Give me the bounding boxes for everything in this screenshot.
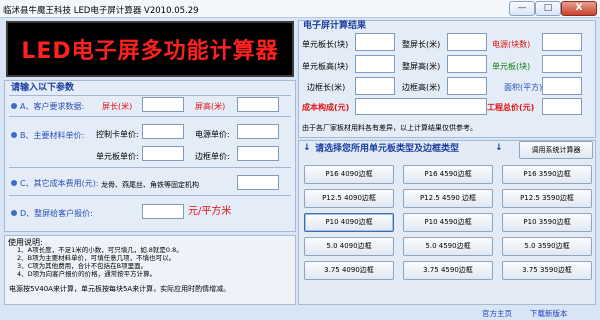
banner-text: LED电子屏多功能计算器	[21, 39, 279, 64]
board-option-button[interactable]: 5.0 4090边框	[304, 237, 394, 256]
unit-board-price-input[interactable]	[142, 146, 184, 161]
power-note: 电源按5V40A来计算，单元板按每块5A来计算，实际应用时酌情增减。	[9, 285, 231, 293]
input-panel: 请输入以下参数 A、客户要求数据: 屏长(米) 屏高(米) B、主要材料单价: …	[4, 80, 296, 232]
board-option-button[interactable]: 5.0 4590边框	[403, 237, 493, 256]
control-card-price-input[interactable]	[142, 124, 184, 139]
unit-board-count-output	[542, 55, 582, 73]
bullet-icon	[11, 132, 17, 138]
board-option-button[interactable]: P12.5 4590 边框	[403, 189, 493, 208]
area-label: 面积(平方)	[504, 83, 543, 92]
results-note: 由于各厂家板材用料各有差异，以上计算结果仅供参考。	[302, 124, 477, 132]
usage-panel: 使用说明: 1、A项长度，不足1米的小数，可只填几，如.8就是0.8。 2、B项…	[4, 235, 296, 305]
board-option-button[interactable]: 3.75 3590边框	[502, 261, 592, 280]
heading-divider	[9, 95, 291, 96]
cost-label: 成本构成(元)	[302, 103, 350, 112]
input-section-heading: 请输入以下参数	[11, 83, 75, 93]
app-window: 临沭县牛魔王科技 LED电子屏计算器 V2010.05.29 — □ X LED…	[0, 0, 600, 320]
homepage-link[interactable]: 官方主页	[482, 308, 512, 319]
other-cost-note: 龙骨、燕尾丝、角铁等固定机构	[101, 181, 199, 189]
quote-label: D、整屏给客户报价:	[20, 209, 93, 218]
control-card-label: 控制卡单价:	[96, 130, 139, 139]
board-option-button[interactable]: P10 3590边框	[502, 213, 592, 232]
area-output	[542, 77, 582, 95]
unit-board-length-output	[355, 33, 395, 51]
board-option-button[interactable]: P16 4090边框	[304, 165, 394, 184]
unit-board-length-label: 单元板长(块)	[302, 40, 349, 49]
board-option-button[interactable]: 3.75 4090边框	[304, 261, 394, 280]
unit-board-height-output	[355, 55, 395, 73]
power-count-label: 电源(块数)	[492, 40, 531, 49]
unit-board-count-label: 单元板(块)	[492, 62, 531, 71]
title-bar: 临沭县牛魔王科技 LED电子屏计算器 V2010.05.29 — □ X	[0, 0, 600, 18]
power-price-label: 电源单价:	[195, 130, 230, 139]
board-option-button[interactable]: P10 4590边框	[403, 213, 493, 232]
quote-price-input[interactable]	[142, 204, 184, 219]
customer-req-label: A、客户要求数据:	[20, 102, 85, 111]
down-arrow-icon: ↓	[303, 143, 311, 153]
power-count-output	[542, 33, 582, 51]
power-price-input[interactable]	[237, 124, 279, 139]
results-panel: 电子屏计算结果 单元板长(块) 整屏长(米) 电源(块数) 单元板高(块) 整屏…	[298, 20, 596, 138]
minimize-button[interactable]: —	[509, 1, 535, 16]
frame-price-input[interactable]	[237, 146, 279, 161]
materials-label: B、主要材料单价:	[20, 131, 85, 140]
download-link[interactable]: 下载新版本	[530, 308, 568, 319]
board-option-button[interactable]: P10 4090边框	[304, 213, 394, 232]
screen-height-input[interactable]	[237, 97, 279, 112]
unit-board-price-label: 单元板单价:	[96, 152, 139, 161]
result-screen-height-label: 整屏高(米)	[402, 62, 441, 71]
board-option-button[interactable]: P16 3590边框	[502, 165, 592, 184]
board-option-button[interactable]: 5.0 3590边框	[502, 237, 592, 256]
bullet-icon	[11, 103, 17, 109]
cost-output	[355, 98, 487, 115]
frame-height-label: 边框高(米)	[402, 83, 441, 92]
frame-length-output	[355, 77, 395, 95]
screen-height-label: 屏高(米)	[195, 102, 226, 111]
board-option-button[interactable]: 3.75 4590边框	[403, 261, 493, 280]
window-title: 临沭县牛魔王科技 LED电子屏计算器 V2010.05.29	[3, 6, 199, 16]
total-label: 工程总价(元)	[487, 103, 535, 112]
usage-line-1: 1、A项长度，不足1米的小数，可只填几，如.8就是0.8。	[17, 246, 183, 254]
down-arrow-icon: ↓	[495, 143, 503, 153]
board-option-button[interactable]: P16 4590边框	[403, 165, 493, 184]
screen-length-output	[447, 33, 487, 51]
screen-length-label: 屏长(米)	[102, 102, 133, 111]
selection-prompt: 请选择您所用单元板类型及边框类型	[315, 144, 460, 154]
divider	[9, 116, 291, 117]
board-option-button[interactable]: P12.5 3590边框	[502, 189, 592, 208]
frame-price-label: 边框单价:	[195, 152, 230, 161]
quote-unit-label: 元/平方米	[188, 206, 232, 217]
results-heading: 电子屏计算结果	[303, 21, 367, 31]
bullet-icon	[11, 210, 17, 216]
board-option-button[interactable]: P12.5 4090边框	[304, 189, 394, 208]
usage-line-2: 2、B项为主要材料单价，可填任意几项，不填也可以。	[17, 254, 176, 262]
divider	[9, 167, 291, 168]
bullet-icon	[11, 180, 17, 186]
divider	[9, 195, 291, 196]
frame-height-output	[447, 77, 487, 95]
selection-panel: ↓ 请选择您所用单元板类型及边框类型 ↓ 调用系统计算器 P16 4090边框 P…	[298, 140, 596, 305]
result-screen-length-label: 整屏长(米)	[402, 40, 441, 49]
screen-height-output	[447, 55, 487, 73]
usage-line-4: 4、D项为向客户报价的价格，通常按平方计算。	[17, 270, 157, 278]
maximize-button[interactable]: □	[535, 1, 561, 16]
system-calculator-button[interactable]: 调用系统计算器	[519, 141, 593, 159]
unit-board-height-label: 单元板高(块)	[302, 62, 349, 71]
screen-length-input[interactable]	[142, 97, 184, 112]
led-banner: LED电子屏多功能计算器	[6, 21, 294, 77]
frame-length-label: 边框长(米)	[307, 83, 346, 92]
usage-line-3: 3、C项为其他费用，合计不包括在B项里面。	[17, 262, 148, 270]
other-cost-label: C、其它成本费用(元):	[20, 179, 99, 188]
total-output	[542, 98, 582, 115]
close-button[interactable]: X	[561, 1, 597, 16]
other-cost-input[interactable]	[237, 175, 279, 190]
